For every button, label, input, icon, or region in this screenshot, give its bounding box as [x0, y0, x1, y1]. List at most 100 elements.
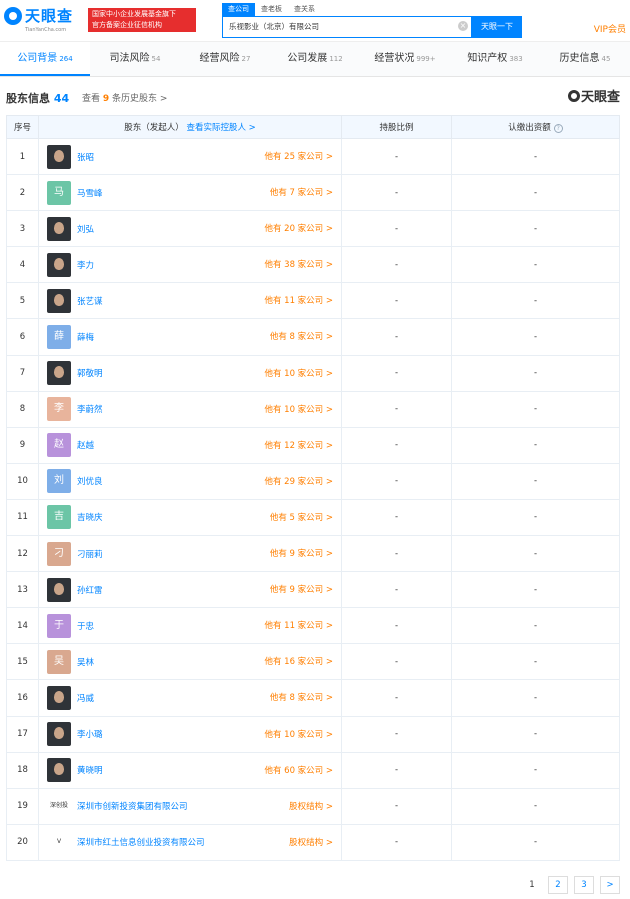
holder-companies-link[interactable]: 他有 10 家公司 >: [264, 717, 333, 753]
capital-cell: -: [451, 390, 620, 428]
avatar[interactable]: 于: [47, 613, 71, 638]
holder-name-link[interactable]: 马雪峰: [77, 189, 103, 199]
avatar[interactable]: 吴: [47, 649, 71, 674]
help-icon[interactable]: ?: [553, 124, 563, 133]
next-page-button[interactable]: >: [600, 876, 620, 894]
tab-legal-risk[interactable]: 司法风险 54: [90, 42, 180, 76]
avatar[interactable]: [47, 252, 71, 277]
avatar[interactable]: [47, 144, 71, 169]
holder-companies-link[interactable]: 他有 25 家公司 >: [264, 139, 333, 175]
holder-name-link[interactable]: 深圳市创新投资集团有限公司: [77, 802, 188, 812]
tab-count: 45: [601, 55, 611, 63]
tab-operations[interactable]: 经营状况 999+: [360, 42, 450, 76]
avatar[interactable]: [47, 758, 71, 783]
holder-companies-link[interactable]: 他有 29 家公司 >: [264, 464, 333, 500]
history-holders-link[interactable]: 查看 9 条历史股东 >: [82, 91, 167, 104]
clear-icon[interactable]: ×: [458, 21, 468, 31]
holder-name-link[interactable]: 李小璐: [77, 730, 103, 740]
holder-companies-link[interactable]: 他有 10 家公司 >: [264, 392, 333, 428]
avatar[interactable]: [47, 685, 71, 710]
holder-companies-link[interactable]: 他有 11 家公司 >: [264, 608, 333, 644]
holder-name-link[interactable]: 李力: [77, 261, 94, 271]
capital-cell: -: [451, 426, 620, 464]
tab-history[interactable]: 历史信息 45: [540, 42, 630, 76]
avatar[interactable]: [47, 288, 71, 313]
holder-companies-link[interactable]: 股权结构 >: [289, 825, 333, 861]
holder-name-link[interactable]: 赵越: [77, 441, 94, 451]
holder-companies-link[interactable]: 他有 8 家公司 >: [270, 319, 333, 355]
avatar[interactable]: 刘: [47, 469, 71, 494]
avatar[interactable]: [47, 361, 71, 386]
official-badge: 国家中小企业发展基金旗下 官方备案企业征信机构: [88, 8, 196, 32]
holder-name-link[interactable]: 刘弘: [77, 225, 94, 235]
ratio-cell: -: [341, 174, 452, 212]
row-index: 19: [6, 787, 39, 825]
holder-name-link[interactable]: 刘优良: [77, 477, 103, 487]
search-tab-company[interactable]: 查公司: [222, 3, 255, 16]
holder-companies-link[interactable]: 他有 60 家公司 >: [264, 753, 333, 789]
holder-name-link[interactable]: 吴林: [77, 658, 94, 668]
company-logo[interactable]: 深创投: [47, 794, 71, 819]
tab-company-background[interactable]: 公司背景 264: [0, 42, 90, 76]
avatar[interactable]: 吉: [47, 505, 71, 530]
avatar[interactable]: [47, 577, 71, 602]
holder-cell: 黄晓明 他有 60 家公司 >: [38, 751, 342, 789]
holder-cell: 孙红雷 他有 9 家公司 >: [38, 571, 342, 609]
holder-companies-link[interactable]: 他有 9 家公司 >: [270, 536, 333, 572]
tab-ip[interactable]: 知识产权 383: [450, 42, 540, 76]
vip-link[interactable]: VIP会员: [594, 22, 626, 35]
holder-name-link[interactable]: 深圳市红土信息创业投资有限公司: [77, 838, 205, 848]
page-1[interactable]: 1: [522, 876, 542, 894]
holder-name-link[interactable]: 薛梅: [77, 333, 94, 343]
avatar[interactable]: 薛: [47, 325, 71, 350]
holder-name-link[interactable]: 郭敬明: [77, 369, 103, 379]
brand-sub: TianYanCha.com: [25, 27, 67, 33]
ratio-cell: -: [341, 390, 452, 428]
avatar[interactable]: [47, 722, 71, 747]
ratio-cell: -: [341, 823, 452, 861]
search-button[interactable]: 天眼一下: [472, 16, 522, 38]
holder-name-link[interactable]: 李蔚然: [77, 405, 103, 415]
tab-business-risk[interactable]: 经营风险 27: [180, 42, 270, 76]
holder-companies-link[interactable]: 他有 20 家公司 >: [264, 211, 333, 247]
search-tab-boss[interactable]: 查老板: [255, 3, 288, 16]
holder-cell: 吴吴林 他有 16 家公司 >: [38, 643, 342, 681]
holder-companies-link[interactable]: 他有 9 家公司 >: [270, 572, 333, 608]
holder-cell: 刁刁丽莉 他有 9 家公司 >: [38, 535, 342, 573]
page-3[interactable]: 3: [574, 876, 594, 894]
holder-name-link[interactable]: 张昭: [77, 153, 94, 163]
holder-companies-link[interactable]: 他有 10 家公司 >: [264, 356, 333, 392]
holder-name-link[interactable]: 吉晓庆: [77, 513, 103, 523]
avatar[interactable]: 马: [47, 180, 71, 205]
holder-companies-link[interactable]: 他有 8 家公司 >: [270, 680, 333, 716]
holder-name-link[interactable]: 张艺谋: [77, 297, 103, 307]
holder-companies-link[interactable]: 他有 38 家公司 >: [264, 247, 333, 283]
brand-logo[interactable]: 天眼查 TianYanCha.com: [4, 5, 84, 35]
company-logo[interactable]: V: [47, 830, 71, 855]
holder-companies-link[interactable]: 股权结构 >: [289, 789, 333, 825]
holder-companies-link[interactable]: 他有 16 家公司 >: [264, 644, 333, 680]
badge-line-2: 官方备案企业征信机构: [92, 21, 162, 29]
holder-name-link[interactable]: 黄晓明: [77, 766, 103, 776]
holder-companies-link[interactable]: 他有 7 家公司 >: [270, 175, 333, 211]
search-tab-relation[interactable]: 查关系: [288, 3, 321, 16]
avatar[interactable]: 李: [47, 397, 71, 422]
search-input[interactable]: 乐视影业（北京）有限公司: [222, 16, 472, 38]
holder-name-link[interactable]: 于忠: [77, 622, 94, 632]
avatar[interactable]: [47, 216, 71, 241]
avatar[interactable]: 赵: [47, 433, 71, 458]
holder-name-link[interactable]: 刁丽莉: [77, 550, 103, 560]
holder-name-link[interactable]: 冯威: [77, 694, 94, 704]
ratio-cell: -: [341, 535, 452, 573]
row-index: 7: [6, 354, 39, 392]
actual-controller-link[interactable]: 查看实际控股人 >: [186, 123, 255, 133]
holder-companies-link[interactable]: 他有 11 家公司 >: [264, 283, 333, 319]
avatar[interactable]: 刁: [47, 541, 71, 566]
brand-name: 天眼查: [25, 7, 74, 25]
row-index: 15: [6, 643, 39, 681]
page-2[interactable]: 2: [548, 876, 568, 894]
holder-companies-link[interactable]: 他有 12 家公司 >: [264, 428, 333, 464]
holder-companies-link[interactable]: 他有 5 家公司 >: [270, 500, 333, 536]
tab-development[interactable]: 公司发展 112: [270, 42, 360, 76]
holder-name-link[interactable]: 孙红雷: [77, 586, 103, 596]
